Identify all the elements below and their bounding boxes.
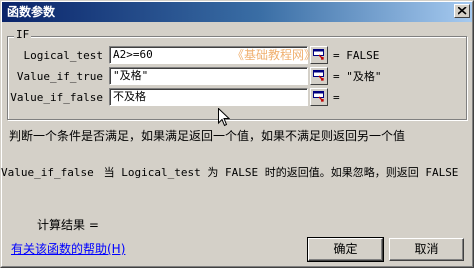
mouse-pointer-icon	[218, 108, 230, 127]
parameter-help-name: Value_if_false	[1, 166, 94, 179]
parameter-help-text: 当 Logical_test 为 FALSE 时的返回值。如果忽略，则返回 FA…	[103, 166, 459, 179]
function-arguments-dialog: 函数参数 IF Logical_test A2>=60 《基础教程网》 = FA…	[0, 0, 474, 268]
logical-test-result: = FALSE	[333, 49, 380, 62]
logical-test-input[interactable]: A2>=60 《基础教程网》	[109, 46, 316, 64]
logical-test-value: A2>=60	[113, 48, 153, 61]
value-if-false-collapse-button[interactable]	[310, 88, 328, 106]
close-button[interactable]	[454, 4, 470, 18]
collapse-dialog-icon	[313, 70, 324, 81]
value-if-true-result: = "及格"	[333, 70, 382, 83]
ok-button[interactable]: 确定	[307, 237, 384, 262]
calculation-result: 计算结果 =	[37, 218, 99, 232]
dialog-title: 函数参数	[7, 5, 56, 19]
value-if-true-input[interactable]: "及格"	[109, 67, 308, 85]
function-help-link[interactable]: 有关该函数的帮助(H)	[11, 242, 125, 256]
value-if-false-input[interactable]: 不及格	[109, 88, 308, 106]
logical-test-collapse-button[interactable]	[310, 46, 328, 64]
collapse-dialog-icon	[313, 91, 324, 102]
argument-label-value-if-false: Value_if_false	[10, 91, 103, 104]
close-icon	[458, 7, 467, 15]
value-if-false-value: 不及格	[113, 90, 146, 103]
collapse-dialog-icon	[313, 49, 324, 60]
function-name: IF	[14, 28, 32, 41]
argument-label-logical-test: Logical_test	[23, 49, 103, 62]
value-if-false-result: =	[333, 91, 340, 104]
value-if-true-collapse-button[interactable]	[310, 67, 328, 85]
parameter-help: Value_if_false 当 Logical_test 为 FALSE 时的…	[1, 166, 458, 180]
argument-label-value-if-true: Value_if_true	[16, 70, 103, 83]
watermark-text: 《基础教程网》	[232, 48, 317, 62]
cancel-button[interactable]: 取消	[389, 238, 464, 261]
title-bar[interactable]: 函数参数	[2, 2, 472, 22]
function-description: 判断一个条件是否满足，如果满足返回一个值，如果不满足则返回另一个值	[9, 129, 406, 143]
value-if-true-value: "及格"	[113, 69, 149, 82]
